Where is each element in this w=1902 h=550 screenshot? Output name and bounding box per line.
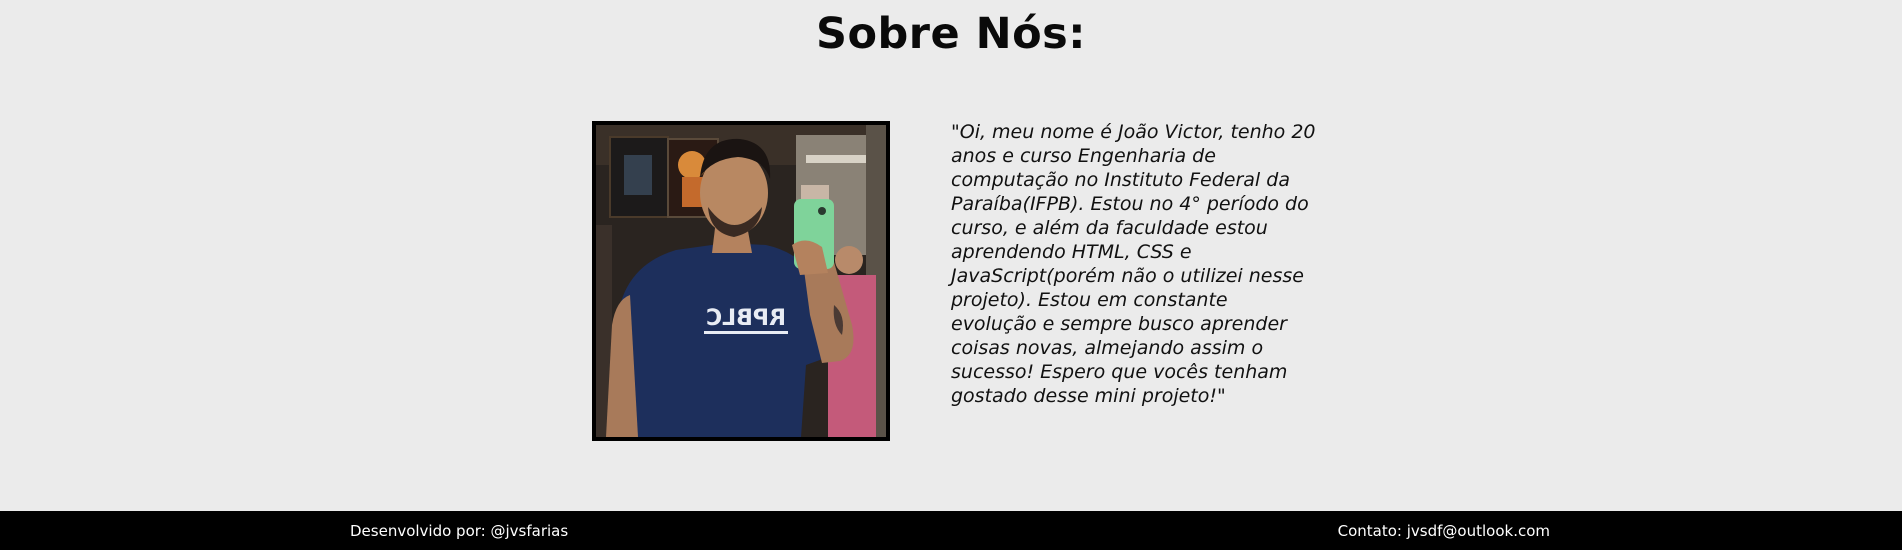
shirt-print-text: RPBLC [706, 306, 786, 331]
profile-photo-image: RPBLC [596, 125, 886, 437]
bio-text: "Oi, meu nome é João Victor, tenho 20 an… [951, 121, 1316, 407]
footer: Desenvolvido por: @jvsfarias Contato: jv… [0, 511, 1902, 550]
page-title: Sobre Nós: [816, 9, 1086, 59]
footer-developer-credit: Desenvolvido por: @jvsfarias [350, 522, 569, 540]
profile-photo: RPBLC [592, 121, 890, 441]
footer-contact: Contato: jvsdf@outlook.com [1337, 522, 1550, 540]
